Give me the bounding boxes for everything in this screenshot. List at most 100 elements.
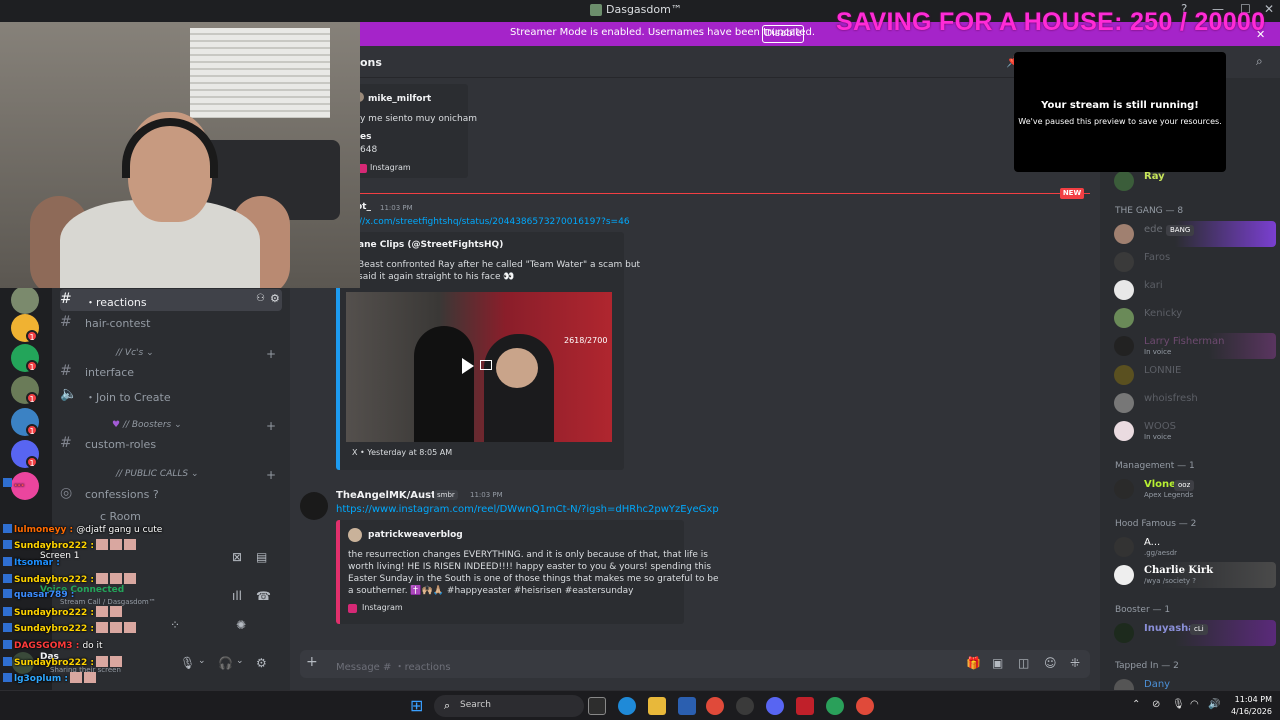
chat-line: Sundaybro222 : xyxy=(3,539,136,551)
chat-line: Sundaybro222 : xyxy=(3,622,136,634)
emote-icon xyxy=(70,672,83,683)
clock[interactable]: 11:04 PM 4/16/2026 xyxy=(1226,694,1272,718)
obs-icon[interactable] xyxy=(736,697,754,715)
avatar[interactable] xyxy=(300,492,328,520)
avatar xyxy=(1114,421,1134,441)
channel-reactions[interactable]: # ・reactions ⚇ ⚙ xyxy=(60,289,282,311)
plus-icon[interactable]: + xyxy=(266,419,276,433)
chat-line: ... xyxy=(3,478,24,489)
channel-hair-contest[interactable]: # hair-contest xyxy=(60,312,282,334)
stream-chat-overlay: ... lulmoneyy : @djatf gang u cute Sunda… xyxy=(0,476,290,690)
category-boosters[interactable]: ♥ // Boosters ⌄ xyxy=(112,420,182,430)
clock-time: 11:04 PM xyxy=(1234,695,1272,704)
author-avatar xyxy=(348,528,362,542)
disable-button[interactable]: Disable xyxy=(762,25,804,43)
open-external-icon[interactable] xyxy=(480,360,492,370)
emoji-icon[interactable]: ☺ xyxy=(1044,656,1057,670)
chrome-icon[interactable] xyxy=(856,697,874,715)
apps-icon[interactable]: ⁜ xyxy=(1070,656,1080,670)
video-person xyxy=(414,326,474,442)
member-item[interactable]: Larry Fisherman In voice xyxy=(1108,333,1276,359)
emote-icon xyxy=(84,672,97,683)
channel-join-to-create[interactable]: 🔈 ・Join to Create xyxy=(60,384,282,406)
avatar xyxy=(1114,365,1134,385)
network-icon[interactable]: ⊘ xyxy=(1152,699,1160,710)
member-item[interactable]: Faros xyxy=(1108,249,1276,275)
webcam-window-blinds xyxy=(190,28,330,118)
embed-author[interactable]: ane Clips (@StreetFightsHQ) xyxy=(358,240,503,250)
member-name: Inuyasha xyxy=(1144,623,1196,634)
close-icon[interactable]: ✕ xyxy=(1264,2,1274,16)
member-item[interactable]: A... .gg/aesdr xyxy=(1108,534,1276,560)
discord-icon[interactable] xyxy=(766,697,784,715)
chat-user: lulmoneyy : xyxy=(14,525,74,535)
instagram-icon xyxy=(348,604,357,613)
emote-icon xyxy=(96,606,108,617)
member-item[interactable]: Vlone ooz Apex Legends xyxy=(1108,476,1276,502)
attach-plus-icon[interactable]: + xyxy=(306,654,318,670)
search-icon[interactable]: ⌕ xyxy=(1256,54,1263,69)
video-person-face xyxy=(496,348,538,388)
app-icon[interactable] xyxy=(796,697,814,715)
channel-interface[interactable]: # interface xyxy=(60,361,282,383)
member-item[interactable]: LONNIE xyxy=(1108,362,1276,388)
server-icon[interactable] xyxy=(11,286,39,314)
chat-line: Sundaybro222 : xyxy=(3,656,122,668)
channel-label: ・reactions xyxy=(85,296,147,309)
member-name: WOOS xyxy=(1144,421,1176,432)
member-name: kari xyxy=(1144,280,1163,291)
embed-author[interactable]: mike_milfort xyxy=(368,94,431,104)
member-name: Larry Fisherman xyxy=(1144,336,1225,347)
chrome-icon[interactable] xyxy=(706,697,724,715)
chrome-icon[interactable] xyxy=(826,697,844,715)
chat-user: Itsomar : xyxy=(14,558,60,568)
member-status: .gg/aesdr xyxy=(1144,549,1178,557)
message-input[interactable]: + Message # ・reactions 🎁 ▣ ◫ ☺ ⁜ xyxy=(300,650,1090,678)
new-badge: NEW xyxy=(1060,188,1084,199)
member-item[interactable]: ede BANG xyxy=(1108,221,1276,247)
search-label: Search xyxy=(460,700,491,710)
embed-author[interactable]: patrickweaverblog xyxy=(368,530,463,540)
message-link[interactable]: ://x.com/streetfightshq/status/204438657… xyxy=(356,217,630,227)
wifi-icon[interactable]: ◠ xyxy=(1190,699,1199,710)
member-item[interactable]: whoisfresh xyxy=(1108,390,1276,416)
member-name: ede xyxy=(1144,224,1163,235)
member-item[interactable]: Kenicky xyxy=(1108,305,1276,331)
avatar xyxy=(1114,252,1134,272)
member-name: whoisfresh xyxy=(1144,393,1198,404)
task-view-icon[interactable] xyxy=(588,697,606,715)
gift-icon[interactable]: 🎁 xyxy=(966,656,981,670)
category-vcs[interactable]: // Vc's ⌄ xyxy=(116,348,154,358)
gif-icon[interactable]: ▣ xyxy=(992,656,1003,670)
member-item[interactable]: Inuyasha cLi xyxy=(1108,620,1276,646)
plus-icon[interactable]: + xyxy=(266,347,276,361)
embed-provider: Instagram xyxy=(362,603,403,612)
windows-start-icon[interactable]: ⊞ xyxy=(410,697,428,715)
sticker-icon[interactable]: ◫ xyxy=(1018,656,1029,670)
embed-text: Beast confronted Ray after he called "Te… xyxy=(358,260,641,270)
hash-icon: # xyxy=(60,291,72,307)
video-thumbnail[interactable]: 2618/2700 xyxy=(346,292,612,442)
add-member-icon[interactable]: ⚇ xyxy=(256,293,265,304)
play-icon[interactable] xyxy=(462,358,474,374)
volume-icon[interactable]: 🔊 xyxy=(1208,699,1220,710)
member-item[interactable]: WOOS In voice xyxy=(1108,418,1276,444)
microphone-icon[interactable]: 🎙 xyxy=(1172,699,1185,710)
member-status: In voice xyxy=(1144,348,1172,356)
chat-line: DAGSGOM3 : do it xyxy=(3,640,103,651)
message-author[interactable]: TheAngelMK/Austin xyxy=(336,490,446,501)
channel-custom-roles[interactable]: # custom-roles xyxy=(60,433,282,455)
taskbar-search[interactable]: ⌕ Search xyxy=(434,695,584,717)
store-icon[interactable] xyxy=(678,697,696,715)
chevron-up-icon[interactable]: ⌃ xyxy=(1132,699,1140,710)
channel-title: ons xyxy=(360,56,382,69)
member-item[interactable]: Charlie Kirk /wya /society ? xyxy=(1108,562,1276,588)
edge-icon[interactable] xyxy=(618,697,636,715)
chat-user: Sundaybro222 : xyxy=(14,541,94,551)
member-item[interactable]: kari xyxy=(1108,277,1276,303)
unread-badge: 1 xyxy=(26,360,38,372)
channel-label: interface xyxy=(85,366,135,379)
gear-icon[interactable]: ⚙ xyxy=(270,292,280,305)
message-link[interactable]: https://www.instagram.com/reel/DWwnQ1mCt… xyxy=(336,504,719,515)
file-explorer-icon[interactable] xyxy=(648,697,666,715)
